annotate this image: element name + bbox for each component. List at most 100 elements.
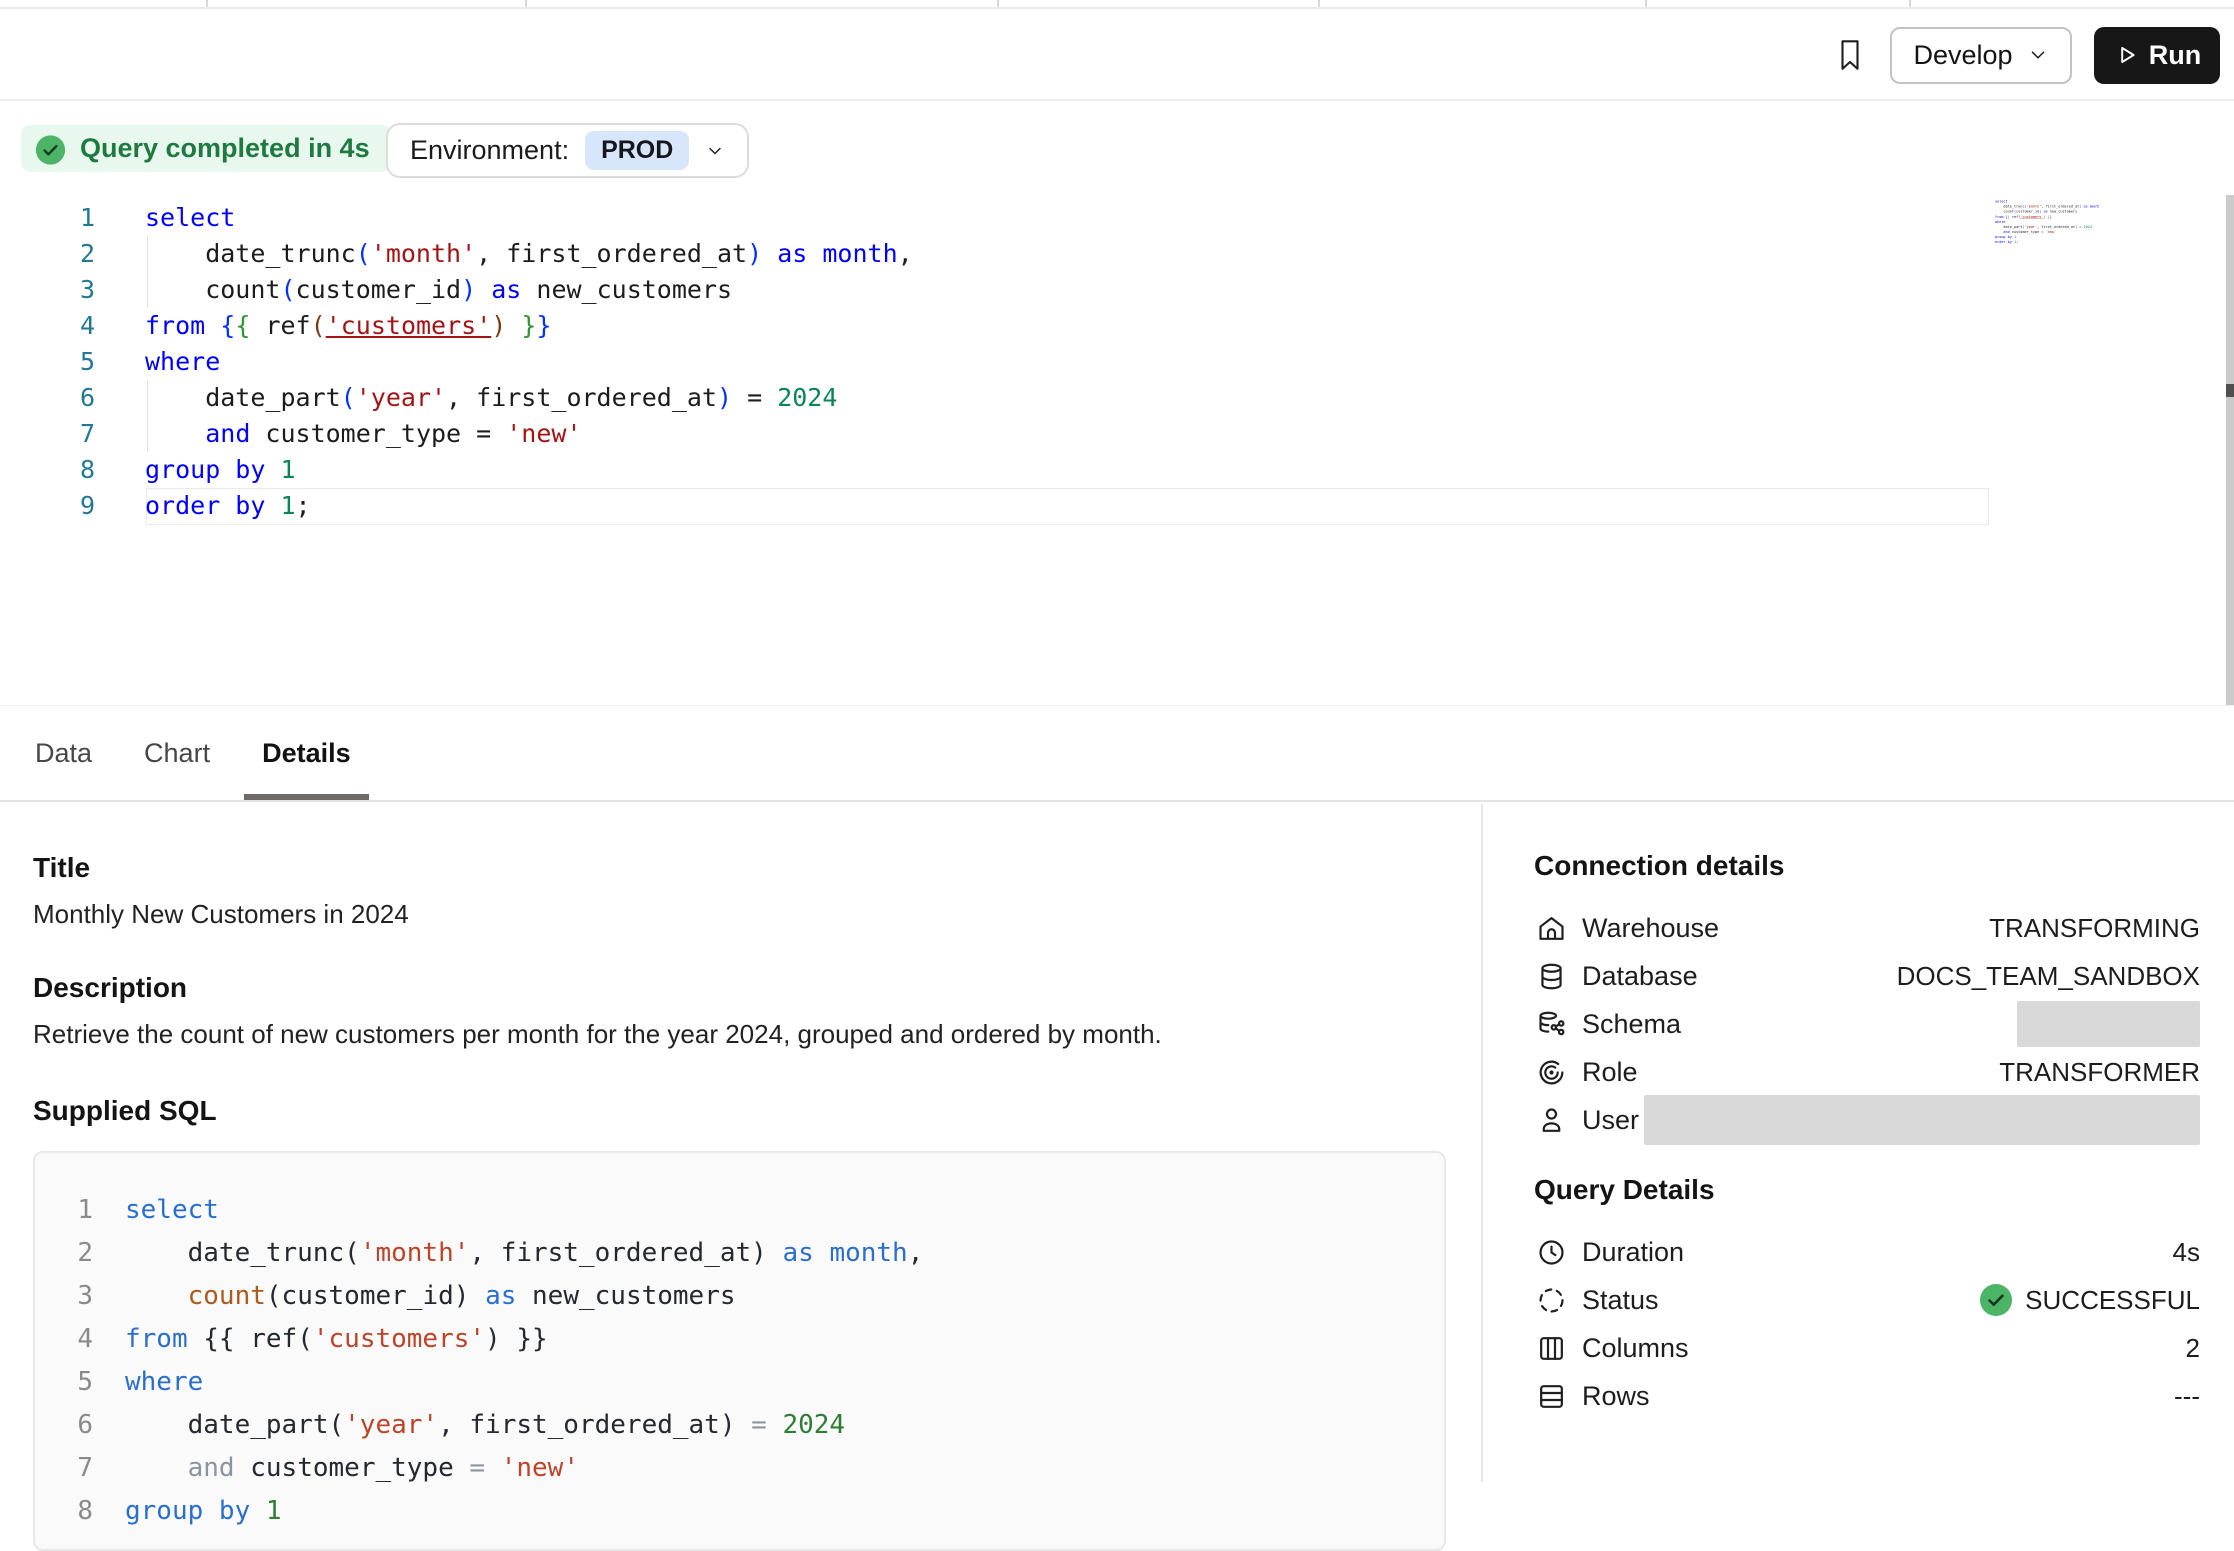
database-icon <box>1534 959 1568 993</box>
schema-icon <box>1534 1007 1568 1041</box>
line-number: 6 <box>0 380 95 416</box>
user-icon <box>1534 1103 1568 1137</box>
row-value: 2 <box>2186 1333 2200 1364</box>
row-database: Database DOCS_TEAM_SANDBOX <box>1534 952 2200 1000</box>
line-number: 3 <box>0 272 95 308</box>
line-number: 6 <box>61 1404 93 1447</box>
title-heading: Title <box>33 852 1446 884</box>
query-status-badge: Query completed in 4s <box>21 125 392 172</box>
code-line-7: 7 and customer_type = 'new' <box>0 416 2234 452</box>
code-line-5: 5where <box>0 344 2234 380</box>
code-line-3: 3 count(customer_id) as new_customers <box>61 1275 1444 1318</box>
tab-divider <box>1645 0 1647 7</box>
line-number: 2 <box>0 236 95 272</box>
develop-button[interactable]: Develop <box>1890 27 2072 84</box>
line-number: 1 <box>61 1189 93 1232</box>
code-line-7: 7 and customer_type = 'new' <box>61 1447 1444 1490</box>
title-value: Monthly New Customers in 2024 <box>33 899 1446 930</box>
results-tab-bar: Data Chart Details <box>0 705 2234 802</box>
editor-scrollbar[interactable] <box>2226 195 2234 706</box>
row-label: Columns <box>1582 1333 1689 1364</box>
details-left-pane: Title Monthly New Customers in 2024 Desc… <box>0 804 1481 1482</box>
tab-chart[interactable]: Chart <box>142 706 212 800</box>
role-icon <box>1534 1055 1568 1089</box>
minimap-content: 1select2 date_trunc('month', first_order… <box>1995 199 2099 244</box>
row-warehouse: Warehouse TRANSFORMING <box>1534 904 2200 952</box>
success-check-icon <box>35 133 66 164</box>
columns-icon <box>1534 1331 1568 1365</box>
code-line-3: 3 count(customer_id) as new_customers <box>0 272 2234 308</box>
code-line-9: 9order by 1; <box>0 488 2234 524</box>
row-duration: Duration 4s <box>1534 1228 2200 1276</box>
play-icon <box>2113 42 2139 68</box>
row-label: Rows <box>1582 1381 1650 1412</box>
row-label: Role <box>1582 1057 1638 1088</box>
row-status: StatusSUCCESSFUL <box>1534 1276 2200 1324</box>
details-content: Title Monthly New Customers in 2024 Desc… <box>0 804 2234 1482</box>
run-button[interactable]: Run <box>2094 27 2220 84</box>
sql-editor[interactable]: 1select2 date_trunc('month', first_order… <box>0 195 2234 705</box>
row-value: 4s <box>2173 1237 2200 1268</box>
line-number: 5 <box>61 1361 93 1404</box>
chevron-down-icon <box>705 141 725 161</box>
description-value: Retrieve the count of new customers per … <box>33 1019 1446 1050</box>
line-number: 4 <box>0 308 95 344</box>
row-value: TRANSFORMING <box>1989 913 2200 944</box>
details-right-pane: Connection details Warehouse TRANSFORMING… <box>1481 804 2234 1482</box>
row-value <box>1644 1095 2200 1145</box>
row-label: Duration <box>1582 1237 1684 1268</box>
code-line-2: 2 date_trunc('month', first_ordered_at) … <box>61 1232 1444 1275</box>
tab-data[interactable]: Data <box>33 706 94 800</box>
clock-icon <box>1534 1235 1568 1269</box>
status-row: Query completed in 4s Environment: PROD <box>0 101 2234 195</box>
line-number: 8 <box>0 452 95 488</box>
bookmark-icon[interactable] <box>1828 33 1872 77</box>
chevron-down-icon <box>2027 44 2049 66</box>
editor-minimap[interactable]: 1select2 date_trunc('month', first_order… <box>1995 199 2099 257</box>
success-check-icon <box>1979 1283 2013 1317</box>
supplied-sql-block: 1select2 date_trunc('month', first_order… <box>33 1151 1446 1551</box>
tab-details[interactable]: Details <box>260 706 353 800</box>
tab-divider <box>997 0 999 7</box>
row-schema: Schema <box>1534 1000 2200 1048</box>
row-role: RoleTRANSFORMER <box>1534 1048 2200 1096</box>
rows-icon <box>1534 1379 1568 1413</box>
code-line-2: 2 date_trunc('month', first_ordered_at) … <box>0 236 2234 272</box>
environment-dropdown[interactable]: Environment: PROD <box>386 123 749 178</box>
line-number: 8 <box>61 1490 93 1533</box>
row-label: Warehouse <box>1582 913 1719 944</box>
line-number: 2 <box>61 1232 93 1275</box>
connection-rows: Warehouse TRANSFORMING Database DOCS_TEAM_S… <box>1534 904 2200 1144</box>
line-number: 9 <box>0 488 95 524</box>
description-heading: Description <box>33 972 1446 1004</box>
row-label: Status <box>1582 1285 1659 1316</box>
editor-code-lines: 1select2 date_trunc('month', first_order… <box>0 200 2234 524</box>
connection-details-heading: Connection details <box>1534 850 2200 882</box>
code-line-5: 5where <box>61 1361 1444 1404</box>
environment-label: Environment: <box>410 135 569 166</box>
code-line-1: 1select <box>61 1189 1444 1232</box>
line-number: 7 <box>61 1447 93 1490</box>
line-number: 4 <box>61 1318 93 1361</box>
code-line-9: 9order by 1; <box>1995 239 2099 244</box>
code-line-8: 8group by 1 <box>0 452 2234 488</box>
query-details-heading: Query Details <box>1534 1174 2200 1206</box>
row-label: Database <box>1582 961 1698 992</box>
tab-divider <box>206 0 208 7</box>
line-number: 3 <box>61 1275 93 1318</box>
scrollbar-cursor-mark <box>2226 384 2234 397</box>
redacted-value <box>2017 1001 2200 1047</box>
row-value: --- <box>2174 1381 2200 1412</box>
query-rows: Duration 4s StatusSUCCESSFUL Columns 2 Rows --… <box>1534 1228 2200 1420</box>
row-user: User <box>1534 1096 2200 1144</box>
query-ide-page: { "header": { "develop_label": "Develop"… <box>0 0 2234 1482</box>
row-value <box>2017 1001 2200 1047</box>
header-toolbar: Develop Run <box>0 11 2234 101</box>
code-line-4: 4from {{ ref('customers') }} <box>61 1318 1444 1361</box>
cutoff-tab-strip <box>0 0 2234 9</box>
row-rows: Rows --- <box>1534 1372 2200 1420</box>
code-line-8: 8group by 1 <box>61 1490 1444 1533</box>
environment-value-pill: PROD <box>585 131 689 170</box>
warehouse-icon <box>1534 911 1568 945</box>
row-value: DOCS_TEAM_SANDBOX <box>1897 961 2200 992</box>
